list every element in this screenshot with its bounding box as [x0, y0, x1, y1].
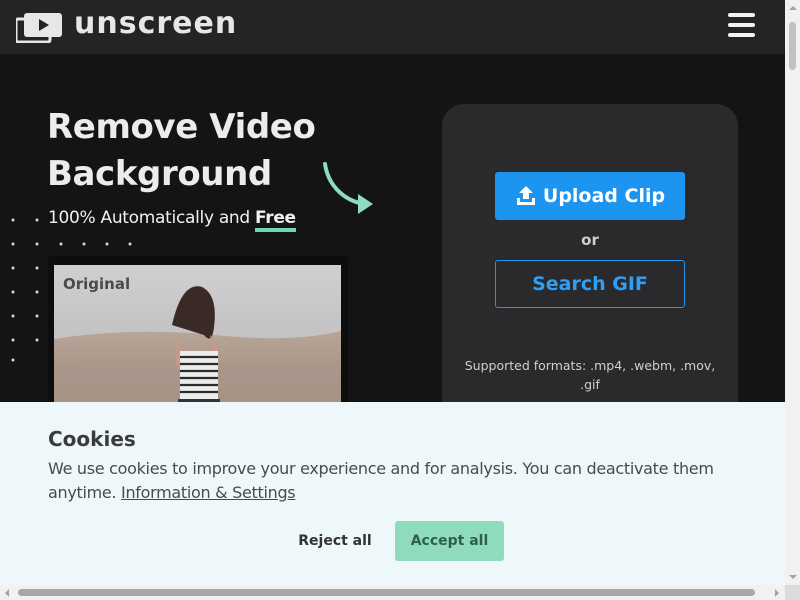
vertical-scrollbar[interactable]: [785, 0, 800, 585]
brand-name[interactable]: unscreen: [74, 6, 237, 41]
preview-label: Original: [63, 275, 131, 293]
hero-section: Remove Video Background 100% Automatical…: [0, 54, 785, 402]
cookie-description: We use cookies to improve your experienc…: [48, 457, 738, 505]
video-preview: Original: [48, 256, 348, 402]
scroll-left-arrow[interactable]: [1, 588, 9, 597]
upload-card: Upload Clip or Search GIF Supported form…: [442, 104, 738, 402]
vertical-scrollbar-thumb[interactable]: [789, 22, 796, 70]
subtitle-text: 100% Automatically and: [48, 208, 256, 228]
curved-arrow-icon: [323, 162, 373, 214]
horizontal-scrollbar-thumb[interactable]: [18, 589, 755, 596]
cookie-title: Cookies: [48, 427, 136, 451]
upload-clip-label: Upload Clip: [542, 185, 666, 207]
horizontal-scrollbar[interactable]: [0, 585, 785, 600]
search-gif-button[interactable]: Search GIF: [495, 260, 685, 308]
accept-all-button[interactable]: Accept all: [395, 521, 504, 561]
scroll-right-arrow[interactable]: [775, 588, 783, 597]
subtitle-highlight: Free: [255, 208, 296, 232]
hamburger-menu-icon[interactable]: [728, 13, 756, 37]
cookie-settings-link[interactable]: Information & Settings: [121, 483, 296, 502]
top-header: unscreen: [0, 0, 785, 54]
scroll-down-arrow[interactable]: [788, 575, 797, 583]
video-play-stack-icon[interactable]: [16, 13, 62, 43]
or-separator: or: [581, 231, 599, 249]
hero-subtitle: 100% Automatically and Free: [48, 208, 296, 232]
reject-all-button[interactable]: Reject all: [290, 521, 380, 561]
upload-clip-button[interactable]: Upload Clip: [495, 172, 685, 220]
cookie-banner: Cookies We use cookies to improve your e…: [0, 402, 785, 585]
scrollbar-corner: [785, 585, 800, 600]
upload-icon: [516, 186, 535, 205]
supported-formats-text: Supported formats: .mp4, .webm, .mov, .g…: [464, 358, 716, 392]
scroll-up-arrow[interactable]: [788, 2, 797, 10]
